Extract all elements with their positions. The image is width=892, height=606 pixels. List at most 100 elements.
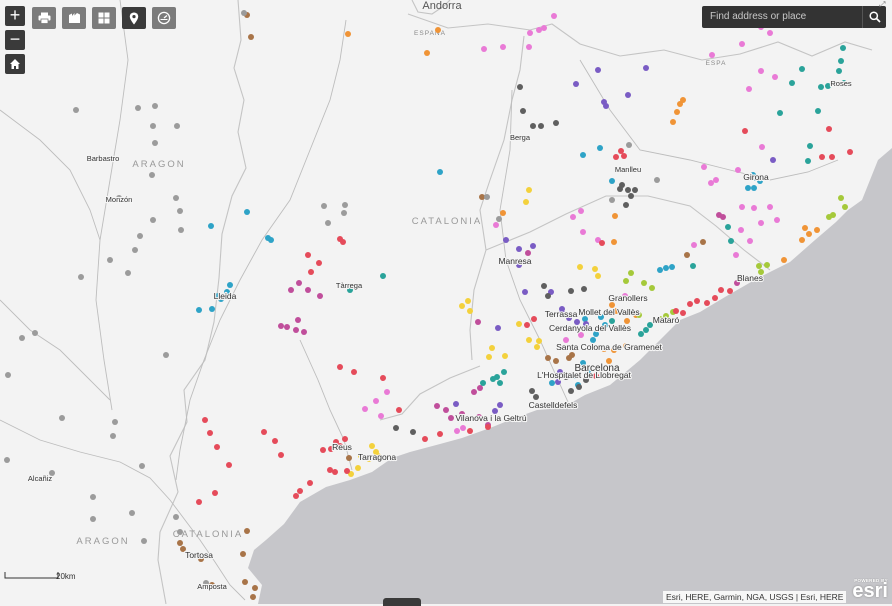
map-point[interactable] <box>538 123 544 129</box>
map-point[interactable] <box>774 217 780 223</box>
map-point[interactable] <box>345 31 351 37</box>
map-point[interactable] <box>690 263 696 269</box>
map-point[interactable] <box>380 273 386 279</box>
map-point[interactable] <box>814 227 820 233</box>
map-point[interactable] <box>226 462 232 468</box>
map-point[interactable] <box>78 274 84 280</box>
map-point[interactable] <box>465 298 471 304</box>
map-point[interactable] <box>373 398 379 404</box>
map-point[interactable] <box>700 239 706 245</box>
map-point[interactable] <box>422 436 428 442</box>
map-point[interactable] <box>434 403 440 409</box>
map-point[interactable] <box>475 319 481 325</box>
map-point[interactable] <box>295 317 301 323</box>
map-point[interactable] <box>252 585 258 591</box>
map-point[interactable] <box>448 415 454 421</box>
map-point[interactable] <box>751 205 757 211</box>
map-point[interactable] <box>477 385 483 391</box>
map-point[interactable] <box>522 289 528 295</box>
map-point[interactable] <box>669 264 675 270</box>
map-point[interactable] <box>541 25 547 31</box>
map-point[interactable] <box>178 227 184 233</box>
map-point[interactable] <box>173 514 179 520</box>
location-pin-button[interactable] <box>122 7 146 29</box>
map-point[interactable] <box>836 68 842 74</box>
map-point[interactable] <box>553 120 559 126</box>
map-point[interactable] <box>541 283 547 289</box>
map-point[interactable] <box>308 269 314 275</box>
map-point[interactable] <box>592 266 598 272</box>
map-point[interactable] <box>625 187 631 193</box>
print-button[interactable] <box>32 7 56 29</box>
map-point[interactable] <box>842 204 848 210</box>
map-point[interactable] <box>819 154 825 160</box>
map-point[interactable] <box>4 457 10 463</box>
map-point[interactable] <box>621 153 627 159</box>
map-point[interactable] <box>580 152 586 158</box>
map-point[interactable] <box>623 278 629 284</box>
map-point[interactable] <box>90 494 96 500</box>
map-point[interactable] <box>751 185 757 191</box>
map-point[interactable] <box>332 469 338 475</box>
map-point[interactable] <box>268 237 274 243</box>
map-point[interactable] <box>643 65 649 71</box>
map-point[interactable] <box>777 110 783 116</box>
map-point[interactable] <box>443 407 449 413</box>
home-button[interactable] <box>5 54 25 74</box>
map-point[interactable] <box>486 354 492 360</box>
map-point[interactable] <box>454 428 460 434</box>
map-point[interactable] <box>489 345 495 351</box>
map-point[interactable] <box>355 465 361 471</box>
map-point[interactable] <box>305 287 311 293</box>
map-point[interactable] <box>301 329 307 335</box>
map-point[interactable] <box>526 187 532 193</box>
map-point[interactable] <box>110 433 116 439</box>
map-point[interactable] <box>227 282 233 288</box>
map-point[interactable] <box>497 380 503 386</box>
map-point[interactable] <box>278 452 284 458</box>
map-point[interactable] <box>341 210 347 216</box>
map-point[interactable] <box>526 337 532 343</box>
map-point[interactable] <box>202 417 208 423</box>
map-point[interactable] <box>641 280 647 286</box>
map-point[interactable] <box>503 237 509 243</box>
map-point[interactable] <box>284 324 290 330</box>
map-point[interactable] <box>208 223 214 229</box>
map-point[interactable] <box>626 142 632 148</box>
map-point[interactable] <box>325 220 331 226</box>
map-point[interactable] <box>317 293 323 299</box>
map-point[interactable] <box>150 123 156 129</box>
map-point[interactable] <box>495 325 501 331</box>
map-point[interactable] <box>32 330 38 336</box>
map-point[interactable] <box>351 369 357 375</box>
map-point[interactable] <box>612 213 618 219</box>
map-point[interactable] <box>132 247 138 253</box>
map-point[interactable] <box>5 372 11 378</box>
map-point[interactable] <box>163 352 169 358</box>
map-point[interactable] <box>278 323 284 329</box>
map-point[interactable] <box>802 225 808 231</box>
map-point[interactable] <box>293 493 299 499</box>
map-point[interactable] <box>578 208 584 214</box>
map-point[interactable] <box>670 119 676 125</box>
map-point[interactable] <box>713 177 719 183</box>
map-point[interactable] <box>340 239 346 245</box>
map-point[interactable] <box>437 431 443 437</box>
map-point[interactable] <box>738 227 744 233</box>
map-point[interactable] <box>524 322 530 328</box>
map-point[interactable] <box>847 149 853 155</box>
map-point[interactable] <box>767 30 773 36</box>
map-point[interactable] <box>599 240 605 246</box>
map-point[interactable] <box>173 195 179 201</box>
map-point[interactable] <box>530 243 536 249</box>
map-point[interactable] <box>346 455 352 461</box>
map-point[interactable] <box>272 438 278 444</box>
map-point[interactable] <box>248 34 254 40</box>
map-point[interactable] <box>581 286 587 292</box>
map-point[interactable] <box>694 298 700 304</box>
map-point[interactable] <box>150 217 156 223</box>
map-point[interactable] <box>799 66 805 72</box>
map-point[interactable] <box>497 402 503 408</box>
map-point[interactable] <box>207 430 213 436</box>
map-point[interactable] <box>293 327 299 333</box>
